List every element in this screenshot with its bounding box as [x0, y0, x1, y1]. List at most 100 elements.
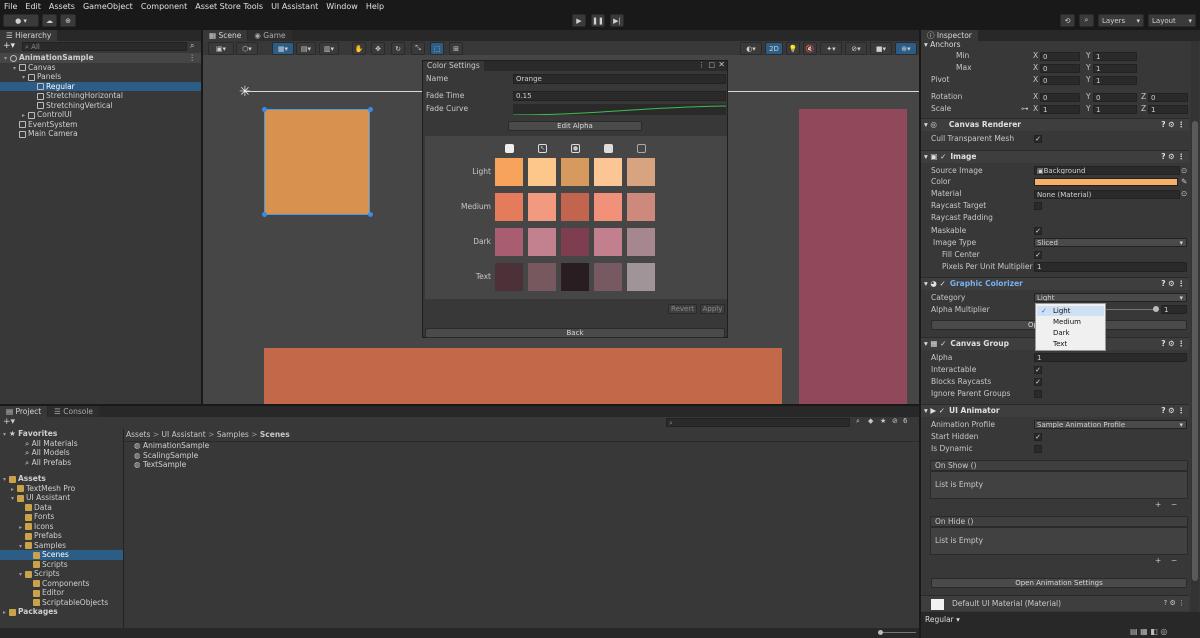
dropdown-option[interactable]: Text [1037, 339, 1104, 349]
dropdown-option[interactable]: ✓ Light [1037, 306, 1104, 316]
tree-item[interactable]: Editor [0, 588, 123, 598]
menu-item-window[interactable]: Window [326, 2, 358, 11]
constrain-scale-icon[interactable]: ⊶ [1021, 103, 1029, 114]
scene-menu-icon[interactable]: ⋮ [189, 53, 197, 63]
filter-label-icon[interactable]: ◆ [868, 417, 873, 425]
back-button[interactable]: Back [425, 328, 725, 338]
file-item[interactable]: ◍ AnimationSample [134, 441, 209, 451]
lighting-icon[interactable]: 💡 [786, 42, 800, 55]
file-item[interactable]: ◍ TextSample [134, 460, 186, 470]
state-normal-icon[interactable] [505, 144, 514, 153]
color-swatch[interactable] [627, 193, 655, 221]
state-disabled-icon[interactable] [637, 144, 646, 153]
handle-bl[interactable] [262, 212, 267, 217]
account-dropdown[interactable]: ● ▾ [3, 14, 39, 27]
pause-icon[interactable]: ❚❚ [591, 14, 605, 27]
graphic-colorizer-menu-icon[interactable]: ? ⚙ ⋮ [1161, 278, 1185, 290]
tab-hierarchy[interactable]: ☰ Hierarchy [0, 30, 58, 41]
name-input[interactable]: Orange [513, 74, 726, 84]
inspector-scroll-thumb[interactable] [1192, 121, 1198, 581]
horizontal-panel-rect[interactable] [264, 348, 782, 404]
favorite-item[interactable]: ⌕ All Models [0, 448, 123, 458]
hierarchy-item[interactable]: Main Camera [0, 129, 201, 139]
open-animation-settings-button[interactable]: Open Animation Settings [931, 578, 1187, 588]
handle-tr[interactable] [368, 107, 373, 112]
favorite-item[interactable]: ⌕ All Materials [0, 439, 123, 449]
hierarchy-item[interactable]: ▾ AnimationSample ⋮ [0, 53, 201, 63]
color-swatch[interactable] [594, 263, 622, 291]
ppu-input[interactable]: 1 [1034, 262, 1187, 272]
color-swatch[interactable] [495, 228, 523, 256]
graphic-colorizer-header[interactable]: ▾ ◕ ✓ Graphic Colorizer? ⚙ ⋮ [921, 277, 1189, 290]
color-swatch[interactable] [561, 158, 589, 186]
fade-curve-field[interactable] [513, 104, 726, 115]
transform-tool-icon[interactable]: ⊞ [449, 42, 463, 55]
pivot-y-input[interactable]: 1 [1093, 76, 1137, 85]
packages-item[interactable]: ▸ Packages [0, 607, 123, 617]
cloud-icon[interactable]: ☁ [42, 14, 57, 27]
alpha-input[interactable]: 1 [1034, 353, 1187, 362]
color-swatch[interactable] [495, 158, 523, 186]
hidden-count-icon[interactable]: ⊘ [892, 417, 898, 425]
state-pressed-icon[interactable]: ● [571, 144, 580, 153]
canvas-group-menu-icon[interactable]: ? ⚙ ⋮ [1161, 338, 1185, 350]
dropdown-option[interactable]: Dark [1037, 328, 1104, 338]
on-show-remove-icon[interactable]: − [1171, 499, 1177, 510]
handle-tl[interactable] [262, 107, 267, 112]
notifications-icon[interactable]: ▤ [1130, 627, 1140, 636]
hierarchy-item[interactable]: ▸ ControlUI [0, 110, 201, 120]
tab-console[interactable]: ☰ Console [48, 406, 100, 417]
default-material-menu-icon[interactable]: ? ⚙ ⋮ [1164, 599, 1185, 607]
dropdown-option[interactable]: Medium [1037, 317, 1104, 327]
tree-item[interactable]: Scenes [0, 550, 123, 560]
breadcrumb-item[interactable]: Scenes [260, 430, 290, 439]
animation-profile-dropdown[interactable]: Sample Animation Profile ▾ [1034, 420, 1187, 429]
tree-item[interactable]: Fonts [0, 512, 123, 522]
rotate-tool-icon[interactable]: ↻ [391, 42, 405, 55]
favorite-item[interactable]: ⌕ All Prefabs [0, 458, 123, 468]
history-icon[interactable]: ⟲ [1060, 14, 1075, 27]
tree-item[interactable]: Components [0, 579, 123, 589]
canvas-renderer-menu-icon[interactable]: ? ⚙ ⋮ [1161, 119, 1185, 131]
snap-icon[interactable]: ▤▾ [296, 42, 316, 55]
tab-scene[interactable]: ▦ Scene [203, 30, 248, 41]
revert-button[interactable]: Revert [668, 304, 697, 314]
hand-tool-icon[interactable]: ✋ [352, 42, 366, 55]
shading-icon[interactable]: ◐▾ [740, 42, 762, 55]
edit-alpha-button[interactable]: Edit Alpha [508, 121, 642, 131]
pivot-x-input[interactable]: 0 [1040, 76, 1080, 85]
favorites-item[interactable]: ▾ ★ Favorites [0, 429, 123, 439]
hierarchy-item[interactable]: EventSystem [0, 120, 201, 130]
hierarchy-item[interactable]: Regular [0, 81, 201, 91]
menu-item-file[interactable]: File [4, 2, 17, 11]
fade-time-input[interactable]: 0.15 [513, 91, 726, 101]
preview-dropdown[interactable]: Regular ▾ [925, 615, 960, 624]
filter-type-icon[interactable]: ⌕ [856, 417, 860, 426]
add-icon[interactable]: +▾ [3, 41, 15, 51]
visibility-icon[interactable]: ⊘▾ [845, 42, 867, 55]
color-swatch[interactable] [594, 228, 622, 256]
color-swatch[interactable] [495, 263, 523, 291]
mode-2d-button[interactable]: 2D [765, 42, 783, 55]
draw-mode-icon[interactable]: ▣▾ [208, 42, 234, 55]
tree-item[interactable]: Data [0, 503, 123, 513]
image-type-dropdown[interactable]: Sliced ▾ [1034, 238, 1187, 247]
color-swatch[interactable] [528, 193, 556, 221]
tree-item[interactable]: ▾ UI Assistant [0, 493, 123, 503]
start-hidden-checkbox[interactable]: ✓ [1034, 433, 1042, 441]
source-image-field[interactable]: ▣Background [1034, 166, 1180, 175]
rotation-x-input[interactable]: 0 [1040, 93, 1080, 102]
handle-br[interactable] [368, 212, 373, 217]
apply-button[interactable]: Apply [700, 304, 725, 314]
cache-icon[interactable]: ▦ [1140, 627, 1150, 636]
cube-icon[interactable]: ⬡▾ [236, 42, 258, 55]
layout-dropdown[interactable]: Layout ▾ [1148, 14, 1196, 27]
menu-item-asset-store-tools[interactable]: Asset Store Tools [195, 2, 263, 11]
canvas-renderer-header[interactable]: ▾ ◎ Canvas Renderer? ⚙ ⋮ [921, 118, 1189, 131]
favorite-icon[interactable]: ★ [880, 417, 886, 425]
scale-x-input[interactable]: 1 [1040, 105, 1080, 114]
effects-icon[interactable]: ✦▾ [820, 42, 842, 55]
audio-icon[interactable]: 🔇 [803, 42, 817, 55]
settings-check-icon[interactable]: ◎ [1160, 627, 1167, 636]
search-filter-icon[interactable]: ⌕ [190, 41, 194, 51]
